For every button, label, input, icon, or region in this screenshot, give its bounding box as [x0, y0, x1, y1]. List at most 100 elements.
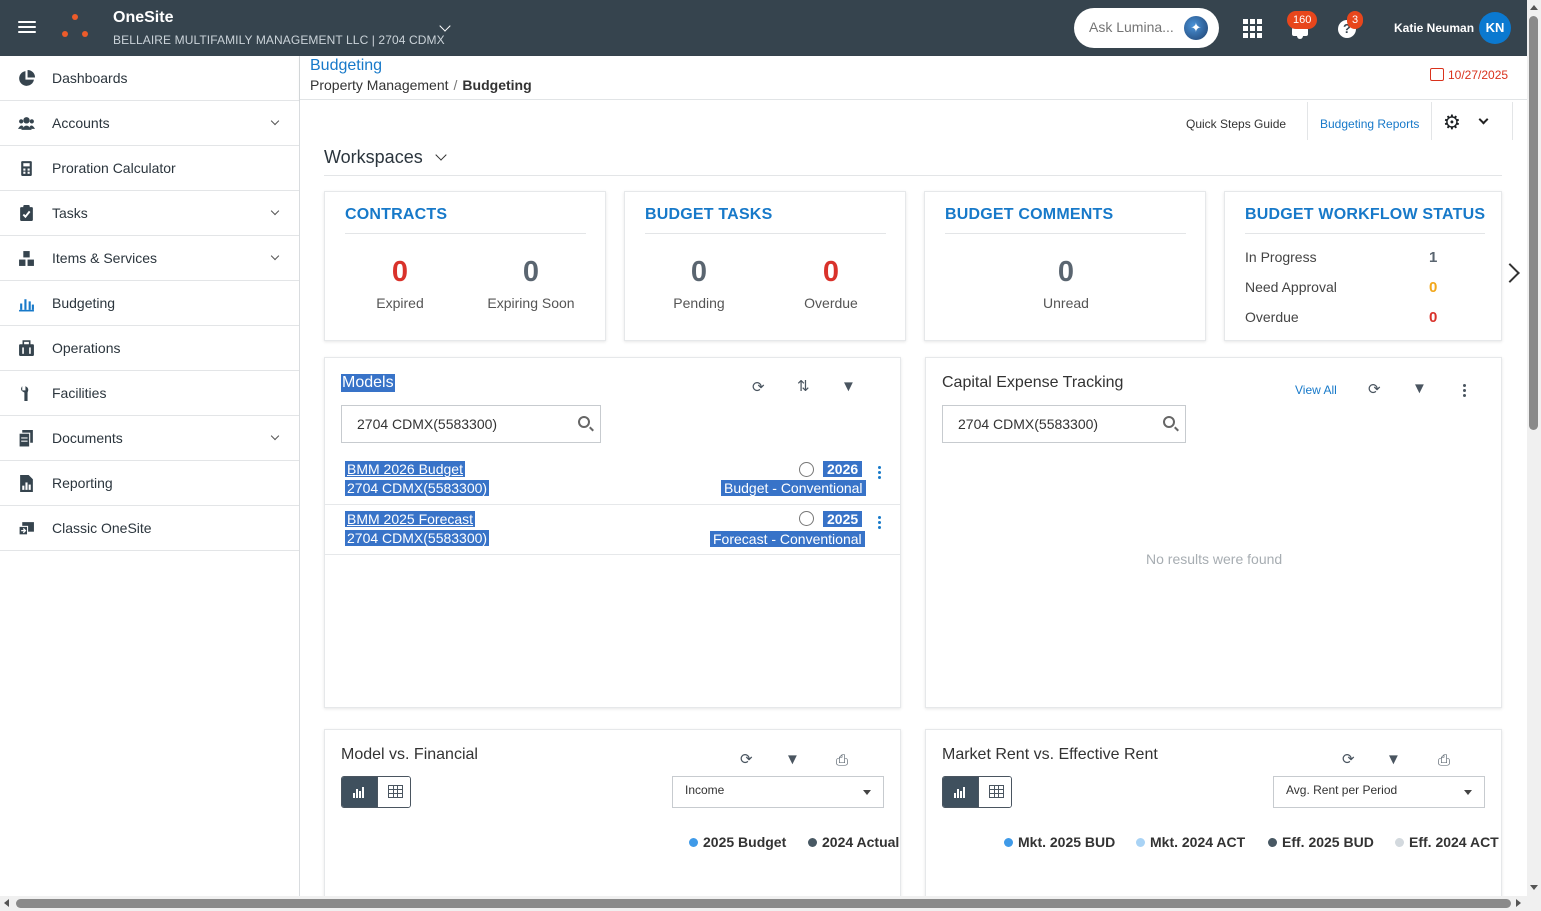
sidebar-item-tasks[interactable]: Tasks: [0, 191, 299, 236]
chart-view-button[interactable]: [342, 777, 377, 807]
ask-lumina-input[interactable]: [1089, 19, 1185, 35]
select-value: Income: [685, 783, 725, 797]
sidebar-item-classic-onesite[interactable]: Classic OneSite: [0, 506, 299, 551]
model-name-link[interactable]: BMM 2026 Budget: [345, 461, 465, 477]
divider: [945, 233, 1186, 234]
menu-icon[interactable]: [18, 18, 36, 38]
sidebar-item-facilities[interactable]: Facilities: [0, 371, 299, 416]
overdue-stat[interactable]: 0 Overdue: [766, 256, 896, 311]
sidebar-item-items-services[interactable]: Items & Services: [0, 236, 299, 281]
legend-item[interactable]: Eff. 2025 BUD: [1268, 834, 1374, 850]
chevron-down-icon[interactable]: [1478, 114, 1489, 125]
expiring-soon-count: 0: [522, 256, 540, 288]
search-icon[interactable]: [1163, 416, 1175, 428]
legend-item[interactable]: Mkt. 2024 ACT: [1136, 834, 1245, 850]
filter-icon[interactable]: ▼: [841, 378, 856, 395]
scroll-up-icon[interactable]: [1530, 5, 1538, 10]
filter-icon[interactable]: ▼: [1412, 380, 1427, 397]
expired-stat[interactable]: 0 Expired: [335, 256, 465, 311]
sort-icon[interactable]: ⇅: [797, 377, 810, 395]
more-vertical-icon[interactable]: [1463, 384, 1467, 399]
date-display[interactable]: 10/27/2025: [1430, 68, 1508, 82]
chevron-down-icon[interactable]: [270, 431, 280, 441]
capex-search-input[interactable]: [958, 416, 1158, 432]
legend-item[interactable]: 2024 Actual: [808, 834, 899, 850]
legend-item[interactable]: Mkt. 2025 BUD: [1004, 834, 1115, 850]
refresh-icon[interactable]: ⟳: [1342, 750, 1355, 768]
search-icon[interactable]: [578, 416, 590, 428]
user-name[interactable]: Katie Neuman: [1394, 21, 1474, 35]
chart-view-button[interactable]: [943, 777, 978, 807]
avatar[interactable]: KN: [1479, 12, 1511, 44]
gear-icon[interactable]: ⚙: [1443, 110, 1461, 135]
legend-label: Eff. 2024 ACT: [1409, 834, 1499, 850]
divider: [1512, 102, 1513, 140]
filter-icon[interactable]: ▼: [785, 751, 800, 768]
scroll-thumb[interactable]: [1529, 16, 1538, 430]
unread-label: Unread: [1043, 295, 1089, 311]
scroll-left-icon[interactable]: [4, 899, 9, 907]
models-search-input[interactable]: [357, 416, 557, 432]
refresh-icon[interactable]: ⟳: [740, 750, 753, 768]
chevron-down-icon[interactable]: [439, 20, 451, 32]
model-name-link[interactable]: BMM 2025 Forecast: [345, 511, 476, 527]
apps-grid-icon[interactable]: [1243, 19, 1263, 38]
workflow-need-approval-label[interactable]: Need Approval: [1245, 279, 1337, 295]
rent-period-select[interactable]: Avg. Rent per Period: [1273, 776, 1485, 808]
more-vertical-icon[interactable]: [878, 466, 882, 481]
chevron-down-icon[interactable]: [435, 149, 447, 161]
workflow-overdue-label[interactable]: Overdue: [1245, 309, 1299, 325]
sidebar-item-operations[interactable]: Operations: [0, 326, 299, 371]
chevron-down-icon[interactable]: [270, 251, 280, 261]
lumina-sparkle-icon[interactable]: ✦: [1184, 16, 1208, 40]
expiring-soon-stat[interactable]: 0 Expiring Soon: [466, 256, 596, 311]
models-search-box[interactable]: [341, 405, 601, 443]
chevron-down-icon[interactable]: [270, 206, 280, 216]
pending-stat[interactable]: 0 Pending: [634, 256, 764, 311]
property-selector[interactable]: BELLAIRE MULTIFAMILY MANAGEMENT LLC | 27…: [113, 33, 445, 47]
model-radio[interactable]: [799, 462, 814, 477]
chevron-right-icon[interactable]: [1500, 263, 1520, 283]
sidebar-item-proration-calculator[interactable]: Proration Calculator: [0, 146, 299, 191]
view-all-link[interactable]: View All: [1295, 383, 1337, 397]
legend-item[interactable]: Eff. 2024 ACT: [1395, 834, 1499, 850]
horizontal-scrollbar[interactable]: [0, 896, 1541, 911]
workflow-in-progress-label[interactable]: In Progress: [1245, 249, 1317, 265]
print-icon[interactable]: ⎙: [836, 752, 848, 769]
scroll-right-icon[interactable]: [1516, 899, 1521, 907]
onesite-logo-icon[interactable]: [60, 14, 90, 40]
refresh-icon[interactable]: ⟳: [1368, 380, 1381, 398]
sidebar-item-budgeting[interactable]: Budgeting: [0, 281, 299, 326]
workspaces-title[interactable]: Workspaces: [324, 147, 423, 168]
table-row[interactable]: BMM 2025 Forecast 2704 CDMX(5583300) 202…: [325, 505, 900, 555]
view-toggle[interactable]: [341, 776, 411, 808]
sidebar-item-label: Tasks: [52, 205, 88, 221]
sidebar-item-reporting[interactable]: Reporting: [0, 461, 299, 506]
more-vertical-icon[interactable]: [878, 516, 882, 531]
table-view-button[interactable]: [377, 777, 410, 807]
chevron-down-icon[interactable]: [270, 116, 280, 126]
sidebar-item-documents[interactable]: Documents: [0, 416, 299, 461]
legend-label: 2025 Budget: [703, 834, 787, 850]
scroll-down-icon[interactable]: [1530, 885, 1538, 890]
vertical-scrollbar[interactable]: [1527, 0, 1541, 896]
refresh-icon[interactable]: ⟳: [752, 378, 765, 396]
quick-steps-guide-link[interactable]: Quick Steps Guide: [1186, 117, 1286, 131]
table-view-button[interactable]: [978, 777, 1011, 807]
capex-search-box[interactable]: [942, 405, 1186, 443]
sidebar-item-dashboards[interactable]: Dashboards: [0, 56, 299, 101]
model-radio[interactable]: [799, 511, 814, 526]
legend-item[interactable]: 2025 Budget: [689, 834, 786, 850]
filter-icon[interactable]: ▼: [1386, 751, 1401, 768]
sidebar-item-accounts[interactable]: Accounts: [0, 101, 299, 146]
scroll-thumb[interactable]: [16, 899, 1511, 908]
budgeting-reports-link[interactable]: Budgeting Reports: [1320, 117, 1419, 131]
income-select[interactable]: Income: [672, 776, 884, 808]
app-title: OneSite: [113, 9, 174, 26]
breadcrumb-parent[interactable]: Property Management: [310, 77, 449, 93]
table-row[interactable]: BMM 2026 Budget 2704 CDMX(5583300) 2026 …: [325, 455, 900, 505]
expiring-soon-label: Expiring Soon: [487, 295, 575, 311]
view-toggle[interactable]: [942, 776, 1012, 808]
print-icon[interactable]: ⎙: [1438, 752, 1450, 769]
unread-stat[interactable]: 0 Unread: [1001, 256, 1131, 311]
